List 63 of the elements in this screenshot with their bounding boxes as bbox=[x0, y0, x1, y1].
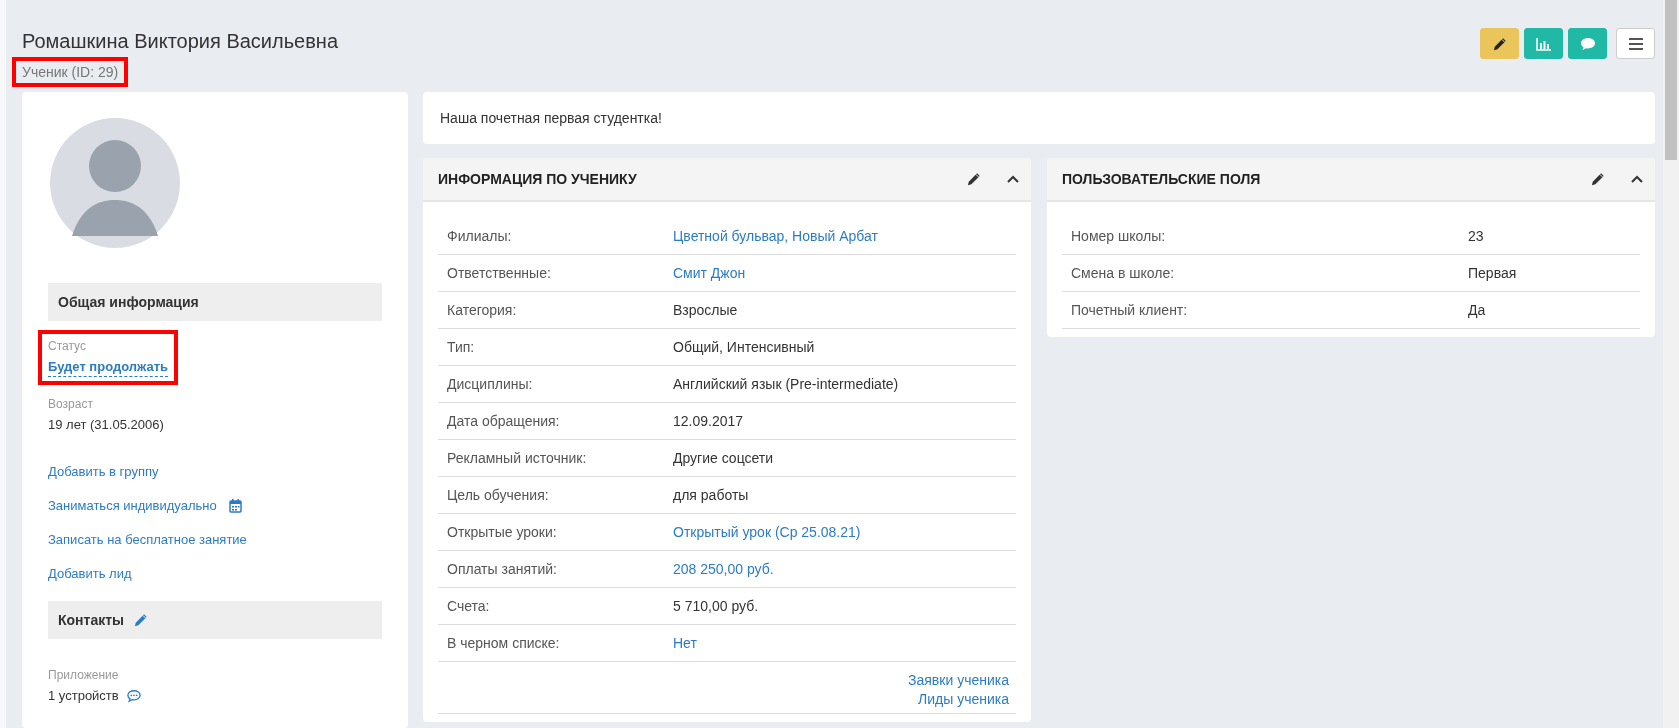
edit-button[interactable] bbox=[1480, 28, 1519, 59]
field-value: Первая bbox=[1468, 265, 1518, 281]
menu-button[interactable] bbox=[1616, 28, 1655, 59]
field-label: Счета: bbox=[447, 598, 491, 614]
field-value: Английский язык (Pre-intermediate) bbox=[673, 376, 900, 392]
field-label: Оплаты занятий: bbox=[447, 561, 558, 577]
field-label: Рекламный источник: bbox=[447, 450, 588, 466]
chevron-up-icon[interactable] bbox=[1631, 175, 1643, 183]
scrollbar[interactable] bbox=[1663, 0, 1679, 728]
field-label: Номер школы: bbox=[1071, 228, 1167, 244]
pencil-icon[interactable] bbox=[967, 172, 981, 186]
value-link[interactable]: 208 250,00 руб. bbox=[673, 561, 774, 577]
student-name: Ромашкина Виктория Васильевна bbox=[22, 30, 338, 53]
field-value: Взрослые bbox=[673, 302, 739, 318]
field-label: Ответственные: bbox=[447, 265, 552, 281]
field-label: Тип: bbox=[447, 339, 476, 355]
field-label: Приложение bbox=[48, 667, 120, 683]
panel-title: ИНФОРМАЦИЯ ПО УЧЕНИКУ bbox=[438, 171, 638, 187]
field-label: Дата обращения: bbox=[447, 413, 561, 429]
field-value: 1 устройств bbox=[48, 687, 119, 705]
related-link[interactable]: Лиды ученика bbox=[918, 691, 1009, 707]
field-value: Общий, Интенсивный bbox=[673, 339, 816, 355]
field-label: Дисциплины: bbox=[447, 376, 534, 392]
section-title: Контакты bbox=[58, 612, 124, 628]
field-value: Да bbox=[1468, 302, 1487, 318]
field-label: Цель обучения: bbox=[447, 487, 550, 503]
field-value: 23 bbox=[1468, 228, 1485, 244]
field-value: 5 710,00 руб. bbox=[673, 598, 760, 614]
field-value: 19 лет (31.05.2006) bbox=[48, 416, 164, 434]
menu-icon bbox=[1628, 37, 1643, 50]
value-link[interactable]: Цветной бульвар, Новый Арбат bbox=[673, 228, 878, 244]
field-label: Смена в школе: bbox=[1071, 265, 1176, 281]
speech-bubble-icon bbox=[1579, 35, 1596, 52]
chat-icon[interactable] bbox=[126, 689, 141, 703]
value-link[interactable]: Открытый урок (Ср 25.08.21) bbox=[673, 524, 861, 540]
action-link[interactable]: Записать на бесплатное занятие bbox=[48, 532, 247, 547]
field-label: Статус bbox=[48, 338, 87, 354]
pencil-icon[interactable] bbox=[1492, 36, 1507, 51]
field-value: для работы bbox=[673, 487, 750, 503]
panel-title: ПОЛЬЗОВАТЕЛЬСКИЕ ПОЛЯ bbox=[1062, 171, 1262, 187]
edit-contacts-icon[interactable] bbox=[134, 613, 148, 627]
action-link[interactable]: Добавить в группу bbox=[48, 464, 159, 479]
field-label: Категория: bbox=[447, 302, 518, 318]
bar-chart-icon bbox=[1535, 36, 1552, 51]
field-label: Возраст bbox=[48, 396, 94, 412]
field-label: В черном списке: bbox=[447, 635, 561, 651]
field-label: Открытые уроки: bbox=[447, 524, 558, 540]
section-header: Общая информация bbox=[48, 283, 382, 321]
field-label: Филиалы: bbox=[447, 228, 513, 244]
chevron-up-icon[interactable] bbox=[1007, 175, 1019, 183]
note-card: Наша почетная первая студентка! bbox=[423, 92, 1655, 144]
status-link[interactable]: Будет продолжать bbox=[48, 358, 169, 377]
action-link[interactable]: Заниматься индивидуально bbox=[48, 498, 217, 513]
pencil-icon[interactable] bbox=[1591, 172, 1605, 186]
action-link[interactable]: Добавить лид bbox=[48, 566, 132, 581]
value-link[interactable]: Смит Джон bbox=[673, 265, 746, 281]
field-label: Почетный клиент: bbox=[1071, 302, 1189, 318]
related-link[interactable]: Заявки ученика bbox=[908, 672, 1009, 688]
value-link[interactable]: Нет bbox=[673, 635, 697, 651]
field-value: 12.09.2017 bbox=[673, 413, 745, 429]
calendar-icon[interactable] bbox=[228, 498, 242, 513]
student-id-label: Ученик (ID: 29) bbox=[12, 57, 129, 87]
field-value: Другие соцсети bbox=[673, 450, 775, 466]
